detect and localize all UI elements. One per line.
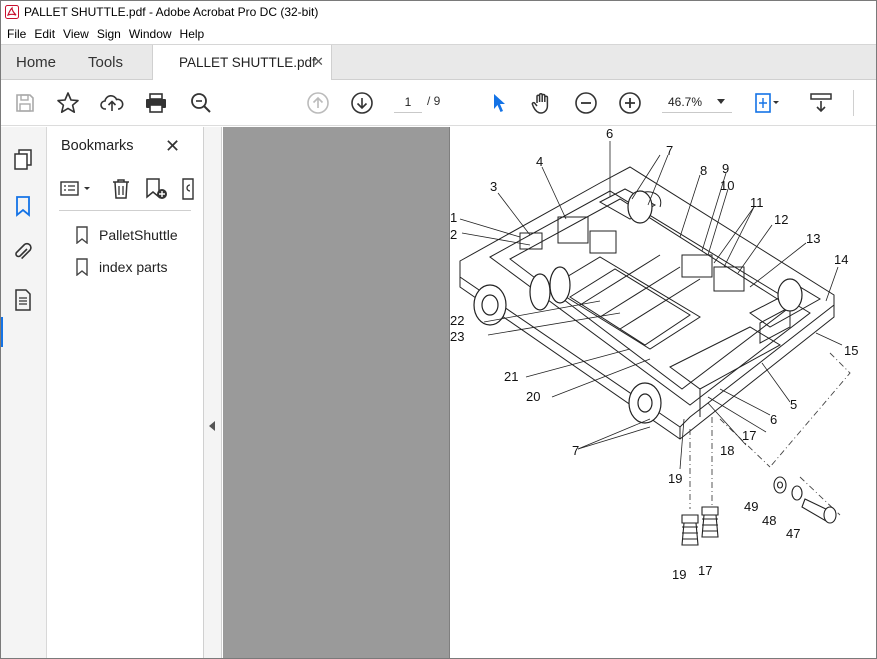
menu-window[interactable]: Window bbox=[125, 27, 176, 41]
callout-numbers: 1 2 3 4 5 6 6 7 7 8 9 10 11 12 13 14 15 bbox=[450, 127, 858, 582]
callout-8: 8 bbox=[700, 163, 707, 178]
bookmark-star-icon[interactable] bbox=[55, 90, 81, 116]
callout-48: 48 bbox=[762, 513, 776, 528]
bookmark-item[interactable]: PalletShuttle bbox=[75, 225, 178, 245]
document-view[interactable]: 1 2 3 4 5 6 6 7 7 8 9 10 11 12 13 14 15 bbox=[223, 127, 876, 658]
bookmark-options-icon[interactable] bbox=[59, 178, 95, 205]
title-bar: PALLET SHUTTLE.pdf - Adobe Acrobat Pro D… bbox=[0, 0, 877, 23]
bookmarks-toolbar bbox=[57, 175, 201, 203]
callout-7a: 7 bbox=[666, 143, 673, 158]
zoom-dropdown-icon[interactable] bbox=[717, 99, 725, 104]
save-icon[interactable] bbox=[12, 90, 38, 116]
callout-23: 23 bbox=[450, 329, 464, 344]
bookmark-icon bbox=[75, 226, 89, 244]
bookmark-label: PalletShuttle bbox=[99, 227, 178, 243]
attachments-icon[interactable] bbox=[10, 239, 36, 265]
tab-bar: Home Tools PALLET SHUTTLE.pdf ✕ bbox=[0, 44, 877, 81]
panel-collapse-strip[interactable] bbox=[204, 127, 222, 658]
bookmark-icon bbox=[75, 258, 89, 276]
callout-21: 21 bbox=[504, 369, 518, 384]
menu-bar: File Edit View Sign Window Help bbox=[0, 23, 877, 44]
callout-6a: 6 bbox=[606, 127, 613, 141]
callout-5: 5 bbox=[790, 397, 797, 412]
callout-7b: 7 bbox=[572, 443, 579, 458]
callout-12: 12 bbox=[774, 212, 788, 227]
collapse-arrow-icon[interactable] bbox=[209, 421, 215, 431]
tab-tools[interactable]: Tools bbox=[88, 54, 123, 71]
callout-17b: 17 bbox=[698, 563, 712, 578]
zoom-in-icon[interactable] bbox=[617, 90, 643, 116]
callout-9: 9 bbox=[722, 161, 729, 176]
zoom-search-icon[interactable] bbox=[188, 90, 214, 116]
bookmarks-divider bbox=[59, 210, 191, 211]
callout-22: 22 bbox=[450, 313, 464, 328]
callout-49: 49 bbox=[744, 499, 758, 514]
close-tab-icon[interactable]: ✕ bbox=[313, 54, 324, 70]
bookmarks-panel: Bookmarks ✕ PalletShuttle index parts bbox=[47, 127, 204, 658]
callout-6b: 6 bbox=[770, 412, 777, 427]
tab-document[interactable]: PALLET SHUTTLE.pdf ✕ bbox=[152, 45, 332, 81]
callout-3: 3 bbox=[490, 179, 497, 194]
callout-15: 15 bbox=[844, 343, 858, 358]
menu-edit[interactable]: Edit bbox=[30, 27, 59, 41]
menu-view[interactable]: View bbox=[59, 27, 93, 41]
bookmark-item[interactable]: index parts bbox=[75, 257, 167, 277]
active-indicator bbox=[0, 317, 3, 347]
window-title: PALLET SHUTTLE.pdf - Adobe Acrobat Pro D… bbox=[24, 4, 319, 19]
tab-document-label: PALLET SHUTTLE.pdf bbox=[179, 55, 316, 70]
more-tools-icon[interactable] bbox=[180, 177, 196, 206]
bookmark-label: index parts bbox=[99, 259, 168, 275]
bookmarks-panel-icon[interactable] bbox=[10, 193, 36, 219]
pdf-page: 1 2 3 4 5 6 6 7 7 8 9 10 11 12 13 14 15 bbox=[449, 127, 876, 658]
callout-20: 20 bbox=[526, 389, 540, 404]
callout-13: 13 bbox=[806, 231, 820, 246]
acrobat-logo-icon bbox=[5, 4, 19, 19]
menu-file[interactable]: File bbox=[3, 27, 30, 41]
document-layers-icon[interactable] bbox=[10, 287, 36, 313]
page-thumbnails-icon[interactable] bbox=[10, 147, 36, 173]
scroll-mode-icon[interactable] bbox=[808, 90, 834, 116]
acrobat-window: PALLET SHUTTLE.pdf - Adobe Acrobat Pro D… bbox=[0, 0, 877, 659]
bookmarks-title: Bookmarks bbox=[61, 138, 134, 154]
callout-1: 1 bbox=[450, 210, 457, 225]
callout-19b: 19 bbox=[672, 567, 686, 582]
delete-bookmark-icon[interactable] bbox=[110, 177, 132, 206]
prev-page-icon[interactable] bbox=[305, 90, 331, 116]
page-total-label: / 9 bbox=[427, 94, 441, 108]
tab-home[interactable]: Home bbox=[16, 54, 56, 71]
toolbar-divider bbox=[853, 90, 854, 116]
print-icon[interactable] bbox=[143, 90, 169, 116]
callout-18: 18 bbox=[720, 443, 734, 458]
upload-icon[interactable] bbox=[99, 90, 125, 116]
new-bookmark-icon[interactable] bbox=[144, 177, 170, 206]
callout-17a: 17 bbox=[742, 428, 756, 443]
fit-page-icon[interactable] bbox=[753, 90, 779, 116]
callout-47: 47 bbox=[786, 526, 800, 541]
next-page-icon[interactable] bbox=[349, 90, 375, 116]
select-cursor-icon[interactable] bbox=[486, 90, 512, 116]
menu-help[interactable]: Help bbox=[176, 27, 209, 41]
callout-4: 4 bbox=[536, 154, 543, 169]
callout-11: 11 bbox=[750, 195, 764, 210]
close-panel-icon[interactable]: ✕ bbox=[165, 136, 180, 157]
page-number-input[interactable]: 1 bbox=[394, 91, 422, 113]
hand-icon[interactable] bbox=[529, 90, 555, 116]
callout-2: 2 bbox=[450, 227, 457, 242]
exploded-parts-drawing: 1 2 3 4 5 6 6 7 7 8 9 10 11 12 13 14 15 bbox=[450, 127, 858, 582]
callout-19a: 19 bbox=[668, 471, 682, 486]
left-rail bbox=[0, 127, 47, 658]
callout-14: 14 bbox=[834, 252, 848, 267]
zoom-out-icon[interactable] bbox=[573, 90, 599, 116]
callout-10: 10 bbox=[720, 178, 734, 193]
menu-sign[interactable]: Sign bbox=[93, 27, 125, 41]
